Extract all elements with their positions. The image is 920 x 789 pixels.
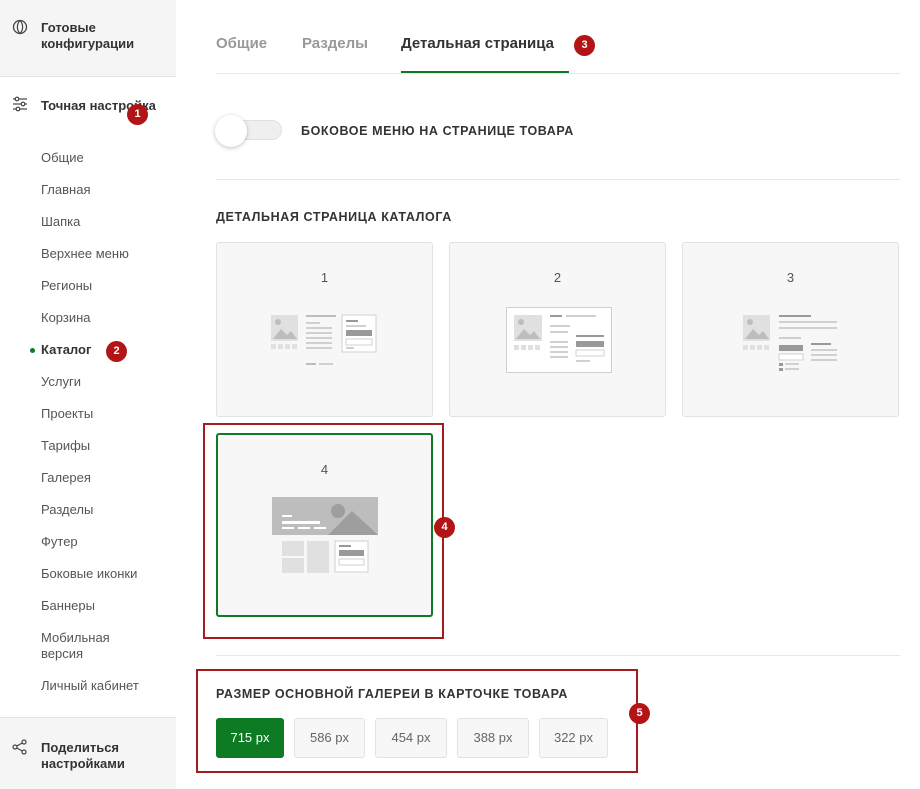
active-indicator-dot — [30, 348, 35, 353]
ready-configurations-block[interactable]: Готовые конфигурации — [0, 0, 176, 77]
sidebar-item-regions[interactable]: Регионы — [41, 278, 92, 294]
sidebar-item-sections[interactable]: Разделы — [41, 502, 93, 518]
side-menu-toggle-label: БОКОВОЕ МЕНЮ НА СТРАНИЦЕ ТОВАРА — [301, 124, 574, 138]
sidebar: Готовые конфигурации Точная настройка 1 … — [0, 0, 176, 789]
annotation-badge-2: 2 — [106, 341, 127, 362]
sidebar-item-footer[interactable]: Футер — [41, 534, 78, 550]
sidebar-item-header[interactable]: Шапка — [41, 214, 80, 230]
layout-preview-2-icon — [506, 307, 612, 373]
layout-preview-3-icon — [743, 315, 837, 371]
option-number: 2 — [553, 270, 562, 285]
tab-general[interactable]: Общие — [216, 35, 267, 52]
sidebar-item-general[interactable]: Общие — [41, 150, 84, 166]
section-divider — [216, 655, 900, 656]
annotation-badge-4: 4 — [434, 517, 455, 538]
annotation-frame-4 — [203, 423, 444, 639]
sidebar-item-personal-account[interactable]: Личный кабинет — [41, 678, 139, 694]
side-menu-toggle[interactable] — [215, 115, 282, 147]
detail-layout-option-1[interactable]: 1 — [216, 242, 433, 417]
sidebar-item-banners[interactable]: Баннеры — [41, 598, 95, 614]
sidebar-item-catalog[interactable]: Каталог — [41, 342, 91, 358]
detail-layout-option-2[interactable]: 2 — [449, 242, 666, 417]
sidebar-item-services[interactable]: Услуги — [41, 374, 81, 390]
option-number: 3 — [786, 270, 795, 285]
toggle-knob — [215, 115, 247, 147]
ready-configurations-label: Готовые конфигурации — [41, 20, 135, 51]
tab-sections[interactable]: Разделы — [302, 35, 368, 52]
section-divider — [216, 179, 900, 180]
annotation-frame-5 — [196, 669, 638, 773]
annotation-badge-5: 5 — [629, 703, 650, 724]
share-settings-block[interactable]: Поделиться настройками — [0, 717, 176, 789]
option-number: 1 — [320, 270, 329, 285]
detail-layout-option-3[interactable]: 3 — [682, 242, 899, 417]
share-icon — [12, 739, 27, 755]
sidebar-item-mobile-version[interactable]: Мобильная версия — [41, 630, 131, 662]
sidebar-item-tariffs[interactable]: Тарифы — [41, 438, 90, 454]
layout-preview-1-icon — [271, 314, 377, 365]
sidebar-item-top-menu[interactable]: Верхнее меню — [41, 246, 129, 262]
sidebar-item-gallery[interactable]: Галерея — [41, 470, 91, 486]
configurations-icon — [12, 19, 28, 35]
sidebar-item-side-icons[interactable]: Боковые иконки — [41, 566, 137, 582]
share-settings-label: Поделиться настройками — [41, 740, 125, 771]
tab-detail-page[interactable]: Детальная страница — [401, 35, 554, 52]
sidebar-item-projects[interactable]: Проекты — [41, 406, 93, 422]
annotation-badge-1: 1 — [127, 104, 148, 125]
sliders-icon — [13, 96, 27, 112]
sidebar-item-cart[interactable]: Корзина — [41, 310, 91, 326]
annotation-badge-3: 3 — [574, 35, 595, 56]
detail-page-section-title: ДЕТАЛЬНАЯ СТРАНИЦА КАТАЛОГА — [216, 210, 452, 224]
tabs-divider — [216, 73, 900, 74]
sidebar-item-main[interactable]: Главная — [41, 182, 90, 198]
